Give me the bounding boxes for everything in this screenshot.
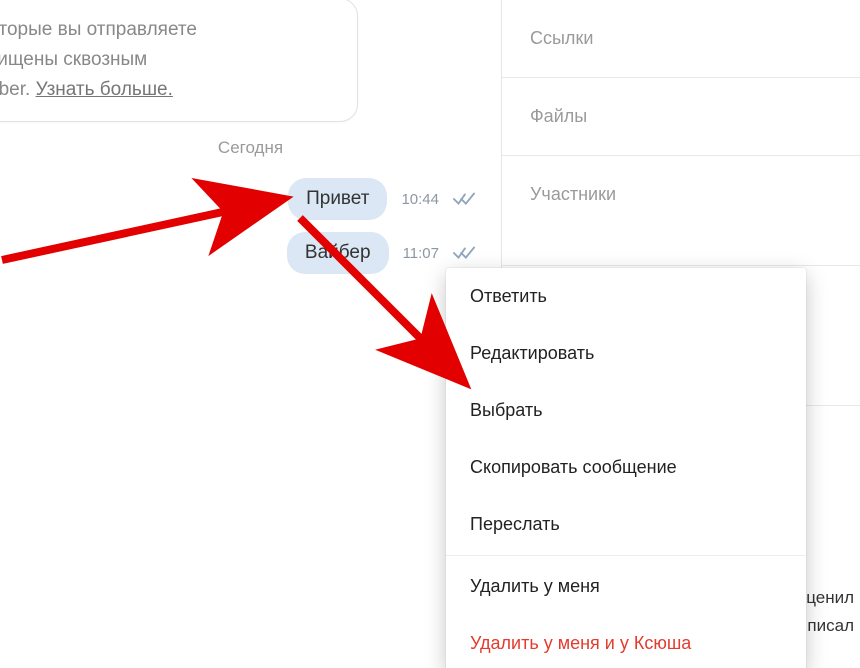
ctx-edit[interactable]: Редактировать (446, 325, 806, 382)
encryption-notice: бщения, которые вы отправляете от чат, з… (0, 0, 358, 122)
message-time: 11:07 (403, 245, 439, 262)
ctx-separator (446, 555, 806, 556)
app-root: бщения, которые вы отправляете от чат, з… (0, 0, 860, 668)
ctx-forward[interactable]: Переслать (446, 496, 806, 553)
sidebar-label-files: Файлы (530, 106, 587, 126)
message-bubble[interactable]: Привет (288, 178, 387, 220)
partial-line-2: писал (807, 616, 854, 635)
read-receipt-icon (453, 246, 475, 260)
encryption-text-3: ованием Viber. (0, 79, 36, 100)
date-separator: Сегодня (0, 138, 501, 158)
ctx-reply[interactable]: Ответить (446, 268, 806, 325)
ctx-copy[interactable]: Скопировать сообщение (446, 439, 806, 496)
date-separator-label: Сегодня (208, 138, 293, 158)
message-bubble[interactable]: Вайбер (287, 232, 389, 274)
sidebar-section-files[interactable]: Файлы (502, 78, 860, 156)
sidebar-section-participants[interactable]: Участники (502, 156, 860, 266)
sidebar-section-links[interactable]: Ссылки (502, 0, 860, 78)
encryption-text-1: бщения, которые вы отправляете (0, 19, 197, 40)
message-row[interactable]: Привет 10:44 (288, 178, 475, 220)
encryption-text-2: от чат, защищены сквозным (0, 49, 147, 70)
read-receipt-icon (453, 192, 475, 206)
ctx-delete-all[interactable]: Удалить у меня и у Ксюша (446, 615, 806, 668)
sidebar-label-links: Ссылки (530, 28, 593, 48)
ctx-delete-me[interactable]: Удалить у меня (446, 558, 806, 615)
message-time: 10:44 (401, 191, 439, 208)
ctx-select[interactable]: Выбрать (446, 382, 806, 439)
context-menu: Ответить Редактировать Выбрать Скопирова… (446, 268, 806, 668)
chat-pane: бщения, которые вы отправляете от чат, з… (0, 0, 502, 668)
sidebar-label-participants: Участники (530, 184, 616, 204)
encryption-learn-more-link[interactable]: Узнать больше. (36, 79, 173, 100)
